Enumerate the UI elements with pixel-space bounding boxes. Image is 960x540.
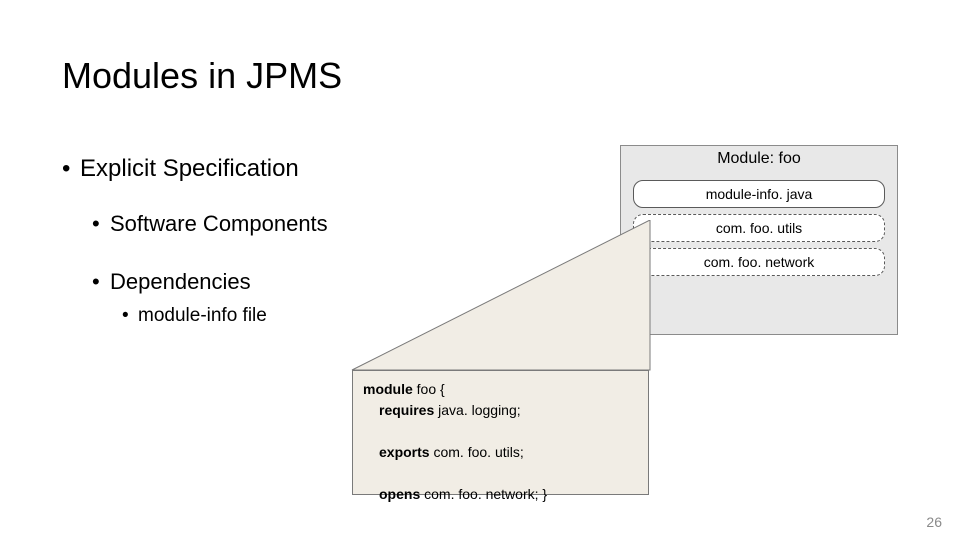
code-requires-arg: java. logging;	[438, 402, 521, 418]
keyword-opens: opens	[379, 486, 424, 502]
code-opens-arg: com. foo. network; }	[424, 486, 547, 502]
bullet-software-components: Software Components	[92, 211, 562, 237]
code-exports-arg: com. foo. utils;	[433, 444, 523, 460]
code-box: module foo { requires java. logging; exp…	[352, 370, 649, 495]
code-line-2: requires java. logging;	[363, 400, 638, 421]
module-box: Module: foo module-info. java com. foo. …	[620, 145, 898, 335]
keyword-requires: requires	[379, 402, 438, 418]
code-blank-line-2	[363, 463, 638, 484]
code-line-3: exports com. foo. utils;	[363, 442, 638, 463]
slide-title: Modules in JPMS	[62, 55, 342, 97]
code-blank-line	[363, 421, 638, 442]
bullet-module-info-file: module-info file	[122, 305, 562, 327]
page-number: 26	[926, 514, 942, 530]
module-item-info: module-info. java	[633, 180, 885, 208]
keyword-exports: exports	[379, 444, 433, 460]
code-module-name: foo {	[417, 381, 445, 397]
module-item-utils: com. foo. utils	[633, 214, 885, 242]
bullet-explicit-specification: Explicit Specification	[62, 155, 562, 183]
keyword-module: module	[363, 381, 417, 397]
bullet-dependencies: Dependencies	[92, 269, 562, 295]
module-item-network: com. foo. network	[633, 248, 885, 276]
module-box-header: Module: foo	[621, 146, 897, 174]
bullet-list: Explicit Specification Software Componen…	[62, 155, 562, 327]
code-line-1: module foo {	[363, 379, 638, 400]
code-line-4: opens com. foo. network; }	[363, 484, 638, 505]
